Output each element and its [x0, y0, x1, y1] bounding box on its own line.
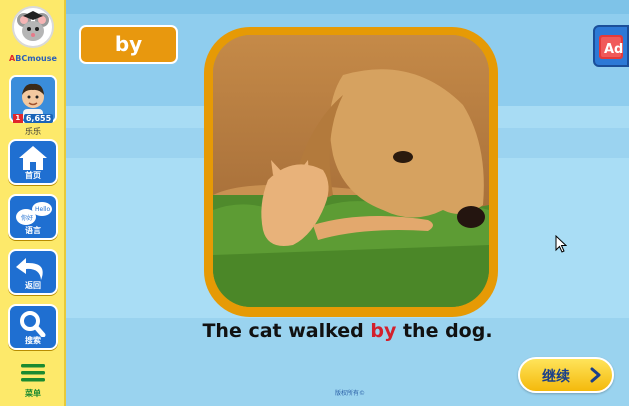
level-badge: 1: [12, 114, 23, 123]
continue-button[interactable]: 继续: [518, 357, 614, 393]
search-button[interactable]: 搜索: [8, 304, 58, 350]
ad-cube-icon: Ad: [599, 35, 623, 59]
logo-wordmark: ABCmouse: [9, 54, 57, 63]
lesson-photo: [213, 35, 489, 307]
menu-label: 菜单: [25, 389, 41, 398]
back-label: 返回: [25, 281, 41, 290]
sentence-highlight-word: by: [370, 320, 397, 342]
ad-button[interactable]: Ad: [593, 25, 629, 67]
mouse-mascot-icon: [12, 6, 54, 48]
home-button[interactable]: 首页: [8, 139, 58, 185]
dog-and-cat-image: [213, 35, 489, 307]
footer-copyright: 版权所有©: [334, 390, 365, 397]
ad-button-label: Ad: [604, 42, 623, 57]
sentence-part-1: The cat walked: [202, 320, 371, 342]
language-button[interactable]: 你好 Hello 语言: [8, 194, 58, 240]
home-icon: [19, 146, 47, 170]
chevron-right-icon: [590, 367, 601, 383]
menu-button[interactable]: 菜单: [8, 360, 58, 402]
home-label: 首页: [25, 171, 41, 180]
language-icon: 你好 Hello: [16, 202, 52, 225]
hamburger-menu-icon: [21, 364, 45, 382]
back-button[interactable]: 返回: [8, 249, 58, 295]
mouse-cursor-icon: [555, 235, 567, 253]
points-value: 6,655: [23, 114, 54, 123]
language-label: 语言: [25, 226, 41, 235]
bg-stripe-top: [66, 0, 629, 14]
username-label: 乐乐: [25, 127, 41, 136]
sentence-part-2: the dog.: [396, 320, 493, 342]
search-icon: [20, 311, 46, 337]
language-bubble-text: Hello: [35, 206, 51, 213]
lesson-sentence: The cat walked by the dog.: [66, 320, 629, 342]
back-arrow-icon: [16, 258, 43, 280]
points-display: 1 6,655: [5, 114, 61, 124]
svg-text:你好: 你好: [21, 214, 33, 222]
abcmouse-logo[interactable]: ABCmouse: [4, 2, 62, 68]
search-label: 搜索: [25, 336, 41, 345]
vocabulary-word-badge: by: [79, 25, 178, 64]
continue-label: 继续: [542, 369, 570, 385]
sidebar: ABCmouse 1 6,655 乐乐 首页 你好 Hello 语言 返回 搜索…: [0, 0, 66, 406]
